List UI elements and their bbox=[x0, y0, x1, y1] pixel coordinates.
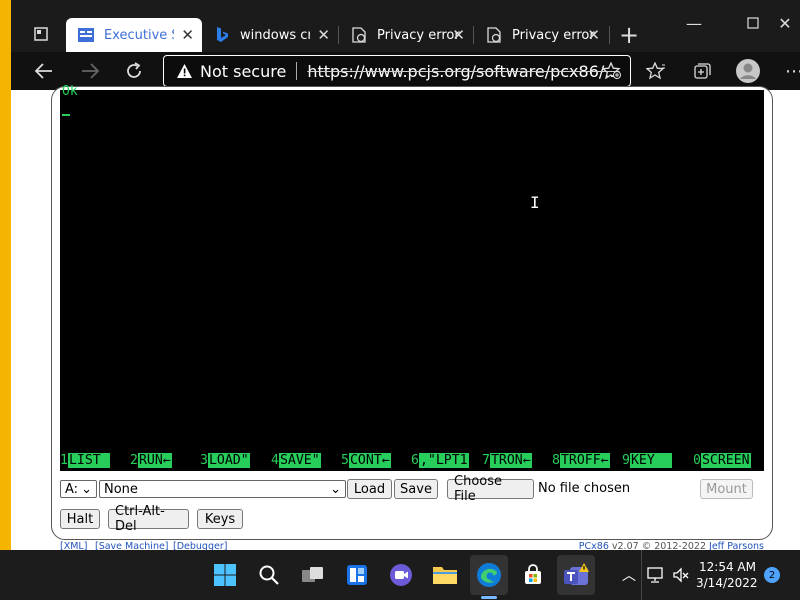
store-icon[interactable] bbox=[516, 558, 550, 592]
file-status: No file chosen bbox=[538, 481, 631, 496]
system-clock[interactable]: 12:54 AM 3/14/2022 bbox=[696, 559, 758, 591]
save-button[interactable]: Save bbox=[394, 479, 438, 499]
tab-separator bbox=[609, 26, 610, 44]
maximize-icon[interactable] bbox=[738, 8, 768, 38]
collections-icon[interactable] bbox=[687, 56, 717, 86]
disk-select[interactable]: None ⌄ bbox=[99, 480, 346, 498]
close-tab-icon[interactable]: ✕ bbox=[317, 26, 330, 44]
chevron-down-icon: ⌄ bbox=[81, 481, 92, 497]
security-label[interactable]: Not secure bbox=[200, 62, 286, 81]
choose-file-button[interactable]: Choose File bbox=[447, 474, 534, 504]
url-text[interactable]: https://www.pcjs.org/software/pcx86/... bbox=[307, 62, 619, 81]
accent-bar bbox=[0, 0, 11, 550]
chat-icon[interactable] bbox=[384, 558, 418, 592]
drive-select[interactable]: A: ⌄ bbox=[60, 480, 97, 498]
add-favorite-icon[interactable] bbox=[601, 61, 622, 84]
chevron-down-icon: ⌄ bbox=[330, 481, 341, 497]
app-icon bbox=[78, 27, 94, 43]
file-explorer-icon[interactable] bbox=[428, 558, 462, 592]
clock-date: 3/14/2022 bbox=[696, 576, 758, 590]
tab-actions-icon[interactable] bbox=[29, 22, 53, 46]
close-window-icon[interactable]: ✕ bbox=[770, 8, 800, 38]
taskbar: ︿ 12:54 AM 3/14/2022 2 bbox=[0, 550, 800, 600]
notification-badge[interactable]: 2 bbox=[764, 567, 780, 583]
warning-icon bbox=[176, 63, 192, 79]
tab-privacy-error-1[interactable]: Privacy error ✕ bbox=[339, 18, 473, 52]
function-key-3: 3LOAD" bbox=[200, 453, 250, 468]
tab-executive-suite[interactable]: Executive Sui ✕ bbox=[66, 18, 202, 52]
search-icon[interactable] bbox=[252, 558, 286, 592]
text-cursor bbox=[62, 114, 70, 116]
function-key-5: 5CONT← bbox=[341, 453, 391, 468]
page-error-icon bbox=[351, 27, 367, 43]
task-view-icon[interactable] bbox=[296, 558, 330, 592]
edge-icon[interactable] bbox=[470, 555, 508, 595]
divider bbox=[296, 62, 298, 80]
widgets-icon[interactable] bbox=[340, 558, 374, 592]
tab-label: Privacy error bbox=[377, 27, 460, 43]
forward-icon[interactable] bbox=[75, 56, 105, 86]
tab-privacy-error-2[interactable]: Privacy error ✕ bbox=[474, 18, 608, 52]
screen-text: Ok bbox=[62, 84, 78, 99]
start-icon[interactable] bbox=[208, 558, 242, 592]
profile-avatar[interactable] bbox=[733, 56, 763, 86]
tab-label: windows cra bbox=[240, 27, 310, 43]
tab-label: Executive Sui bbox=[104, 27, 174, 43]
close-tab-icon[interactable]: ✕ bbox=[181, 26, 194, 44]
more-options-icon[interactable]: ⋯ bbox=[779, 56, 800, 86]
function-key-bar: 1LIST 2RUN← 3LOAD" 4SAVE" 5CONT← 6,"LPT1… bbox=[60, 452, 764, 470]
function-key-2: 2RUN← bbox=[130, 453, 172, 468]
function-key-0: 0SCREEN bbox=[693, 453, 751, 468]
back-icon[interactable] bbox=[29, 56, 59, 86]
bing-icon bbox=[214, 27, 230, 43]
active-app-indicator bbox=[481, 596, 497, 599]
tab-label: Privacy error bbox=[512, 27, 595, 43]
load-button[interactable]: Load bbox=[347, 479, 392, 499]
minimize-icon[interactable]: — bbox=[679, 8, 709, 38]
volume-muted-icon[interactable] bbox=[666, 558, 696, 592]
close-tab-icon[interactable]: ✕ bbox=[587, 26, 600, 44]
keys-button[interactable]: Keys bbox=[197, 509, 243, 529]
function-key-6: 6,"LPT1 bbox=[411, 453, 469, 468]
function-key-9: 9KEY bbox=[622, 453, 672, 468]
text-cursor-ibeam-icon: I bbox=[530, 193, 540, 212]
function-key-8: 8TROFF← bbox=[552, 453, 610, 468]
emulator-screen[interactable]: Ok 1LIST 2RUN← 3LOAD" 4SAVE" 5CONT← 6,"L… bbox=[60, 84, 764, 471]
new-tab-button[interactable]: + bbox=[614, 20, 644, 50]
page-error-icon bbox=[486, 27, 502, 43]
close-tab-icon[interactable]: ✕ bbox=[452, 26, 465, 44]
function-key-4: 4SAVE" bbox=[271, 453, 321, 468]
teams-icon[interactable] bbox=[557, 555, 595, 595]
mount-button: Mount bbox=[700, 479, 753, 499]
function-key-1: 1LIST bbox=[60, 453, 110, 468]
ctrl-alt-del-button[interactable]: Ctrl-Alt-Del bbox=[108, 504, 189, 534]
browser-toolbar: Not secure https://www.pcjs.org/software… bbox=[11, 52, 800, 90]
tab-strip: Executive Sui ✕ windows cra ✕ Privacy er… bbox=[11, 0, 800, 52]
clock-time: 12:54 AM bbox=[699, 560, 756, 574]
halt-button[interactable]: Halt bbox=[60, 509, 100, 529]
tab-windows-search[interactable]: windows cra ✕ bbox=[202, 18, 338, 52]
function-key-7: 7TRON← bbox=[482, 453, 532, 468]
refresh-icon[interactable] bbox=[119, 56, 149, 86]
favorites-icon[interactable] bbox=[641, 56, 671, 86]
address-bar[interactable]: Not secure https://www.pcjs.org/software… bbox=[163, 55, 631, 87]
